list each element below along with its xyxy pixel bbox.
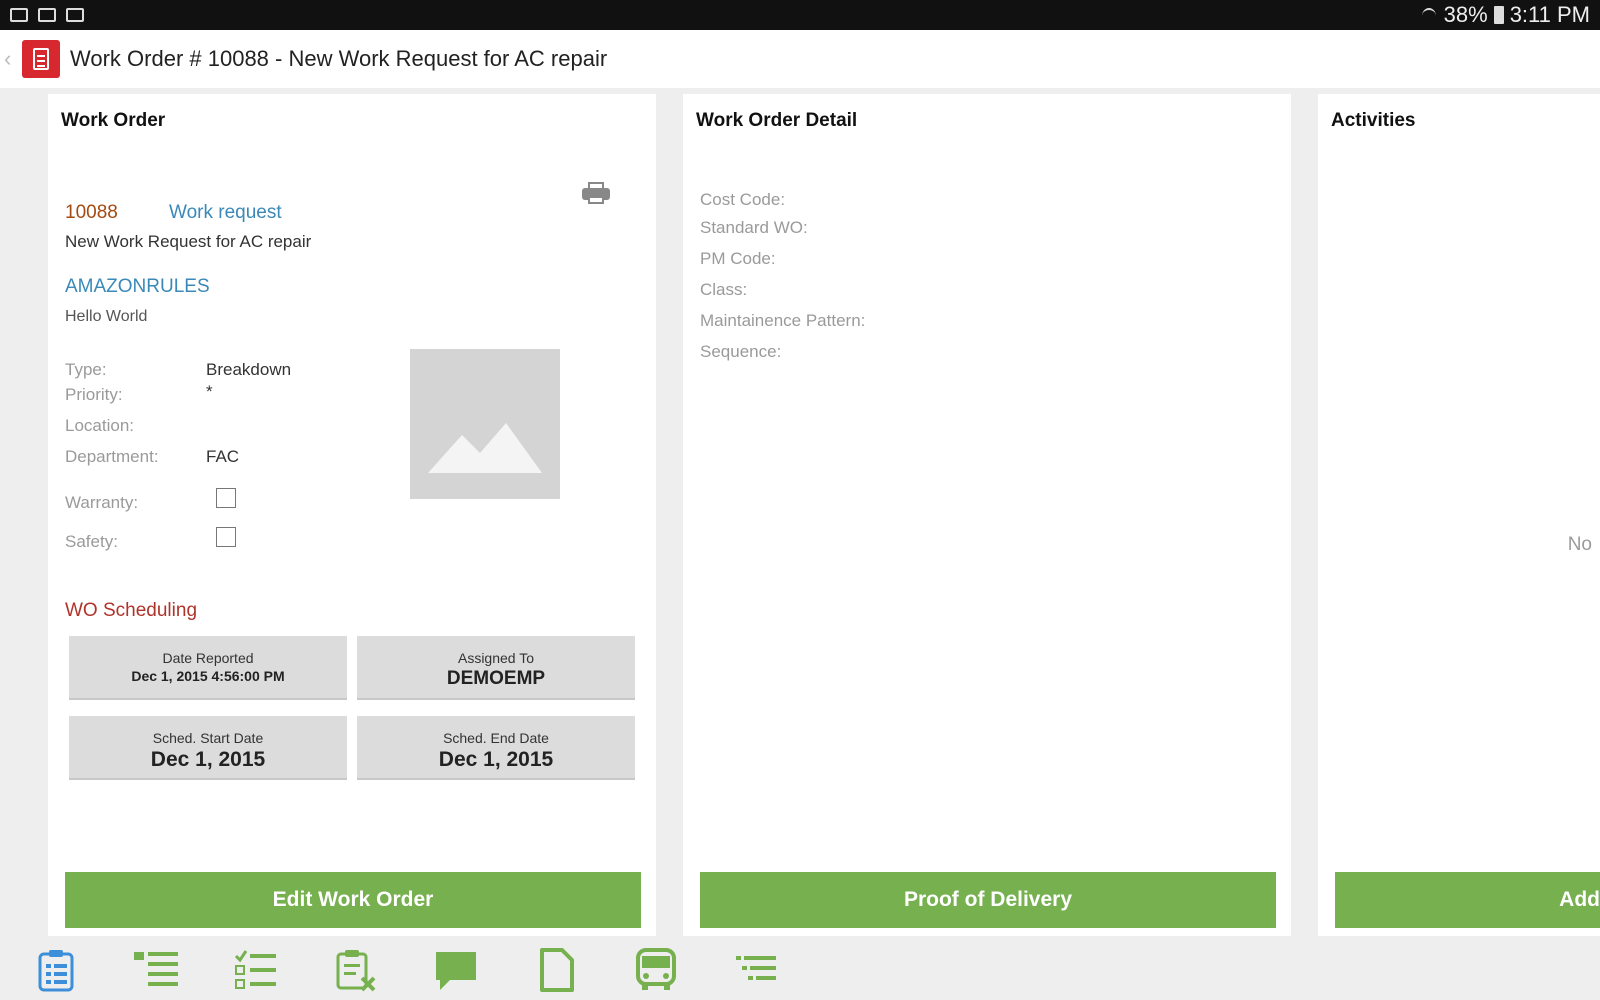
standard-wo-label: Standard WO: [700, 218, 808, 237]
assigned-to-value: DEMOEMP [446, 668, 546, 689]
department-value: FAC [206, 447, 240, 466]
type-value: Breakdown [206, 360, 292, 379]
date-reported-card[interactable]: Date Reported Dec 1, 2015 4:56:00 PM [69, 636, 347, 700]
priority-value: * [206, 382, 213, 401]
proof-of-delivery-button[interactable]: Proof of Delivery [700, 872, 1276, 928]
list-icon[interactable] [134, 948, 178, 992]
bottom-toolbar [0, 940, 1600, 1000]
assigned-to-card[interactable]: Assigned To DEMOEMP [357, 636, 635, 700]
back-chevron-icon[interactable]: ‹ [4, 46, 18, 72]
account-link[interactable]: AMAZONRULES [65, 276, 210, 298]
activities-panel: Activities No Add [1318, 94, 1600, 936]
gallery-notification-icon [38, 8, 56, 22]
print-icon[interactable] [582, 182, 610, 204]
notification-icon [10, 8, 28, 22]
work-order-detail-heading: Work Order Detail [696, 110, 858, 131]
warranty-checkbox[interactable] [216, 488, 236, 508]
mountain-image-icon [428, 423, 542, 473]
clipboard-cancel-icon[interactable] [334, 948, 378, 992]
safety-label: Safety: [65, 532, 118, 551]
task-list-icon[interactable] [734, 948, 778, 992]
document-icon[interactable] [534, 948, 578, 992]
work-order-heading: Work Order [61, 110, 166, 131]
cost-code-label: Cost Code: [700, 190, 786, 209]
activities-empty-text: No [1567, 534, 1592, 555]
store-notification-icon [66, 8, 84, 22]
wifi-icon [1420, 6, 1438, 24]
activities-heading: Activities [1331, 110, 1416, 131]
edit-work-order-button[interactable]: Edit Work Order [65, 872, 641, 928]
battery-percent: 38% [1443, 2, 1488, 27]
sched-start-value: Dec 1, 2015 [150, 748, 266, 771]
maintenance-pattern-label: Maintainence Pattern: [700, 311, 866, 330]
battery-icon [1493, 6, 1504, 24]
status-bar: 38% 3:11 PM [0, 0, 1600, 30]
checklist-icon[interactable] [234, 948, 278, 992]
safety-checkbox[interactable] [216, 527, 236, 547]
sched-start-card[interactable]: Sched. Start Date Dec 1, 2015 [69, 716, 347, 780]
type-label: Type: [65, 360, 107, 379]
status-notifications [10, 8, 84, 22]
department-label: Department: [65, 447, 159, 466]
status-indicators: 38% 3:11 PM [1420, 2, 1590, 28]
vehicle-icon[interactable] [634, 948, 678, 992]
clock: 3:11 PM [1509, 2, 1590, 27]
warranty-label: Warranty: [65, 493, 139, 512]
date-reported-value: Dec 1, 2015 4:56:00 PM [131, 668, 285, 684]
sched-start-label: Sched. Start Date [152, 730, 264, 746]
work-order-description: New Work Request for AC repair [65, 232, 312, 251]
app-clipboard-icon[interactable] [22, 40, 60, 78]
wo-scheduling-heading: WO Scheduling [65, 600, 198, 621]
work-order-number: 10088 [65, 202, 118, 223]
sequence-label: Sequence: [700, 342, 782, 361]
sched-end-value: Dec 1, 2015 [438, 748, 554, 771]
sched-end-card[interactable]: Sched. End Date Dec 1, 2015 [357, 716, 635, 780]
date-reported-label: Date Reported [162, 650, 254, 666]
comment-icon[interactable] [434, 948, 478, 992]
pm-code-label: PM Code: [700, 249, 776, 268]
location-label: Location: [65, 416, 134, 435]
class-label: Class: [700, 280, 748, 299]
work-order-detail-panel: Work Order Detail Cost Code: Standard WO… [683, 94, 1291, 936]
assigned-to-label: Assigned To [457, 650, 534, 666]
image-placeholder[interactable] [410, 349, 560, 499]
work-order-icon[interactable] [34, 948, 78, 992]
page-title: Work Order # 10088 - New Work Request fo… [70, 46, 608, 71]
title-bar: ‹ Work Order # 10088 - New Work Request … [0, 30, 1600, 88]
account-subtitle: Hello World [65, 308, 148, 325]
work-order-panel: Work Order 10088 Work request New Work R… [48, 94, 656, 936]
work-request-link[interactable]: Work request [169, 202, 282, 224]
sched-end-label: Sched. End Date [443, 730, 549, 746]
add-activity-button[interactable]: Add [1335, 872, 1600, 928]
priority-label: Priority: [65, 385, 123, 404]
